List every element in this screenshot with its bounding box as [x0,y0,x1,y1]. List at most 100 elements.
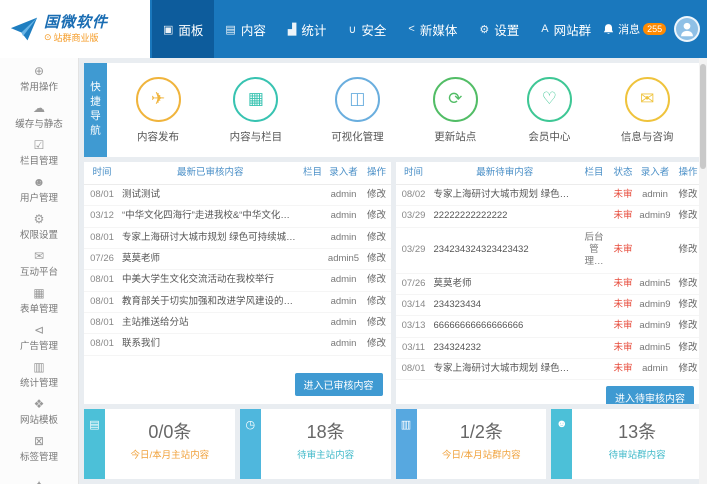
sidebar-item[interactable]: ▥ 统计管理 [0,356,78,393]
sidebar-item[interactable]: ▦ 表单管理 [0,282,78,319]
nav-item-icon: ⚙ [479,23,489,36]
row-edit-link[interactable]: 修改 [674,316,702,337]
quick-nav-circle-icon: ✉ [625,77,670,122]
row-column [301,334,325,355]
row-title-link[interactable]: 22222222222222 [432,206,579,227]
quick-nav-circle-icon: ✈ [136,77,181,122]
quick-nav-item[interactable]: ▦ 内容与栏目 [230,77,283,144]
row-column [301,291,325,312]
row-title-link[interactable]: 主站推送给分站 [120,312,301,333]
row-title-link[interactable]: 234324232 [432,337,579,358]
quick-nav-item[interactable]: ♡ 会员中心 [527,77,572,144]
enter-pending-button[interactable]: 进入待审核内容 [606,386,694,404]
quick-nav-item[interactable]: ◫ 可视化管理 [331,77,384,144]
row-column [578,184,610,205]
approved-row: 07/26 莫莫老师 admin5 修改 [84,248,391,269]
row-edit-link[interactable]: 修改 [363,206,391,227]
row-column [301,206,325,227]
row-title-link[interactable]: 66666666666666666 [432,316,579,337]
row-edit-link[interactable]: 修改 [363,248,391,269]
row-status: 未审 [610,337,636,358]
row-title-link[interactable]: 专家上海研讨大城市规划 绿色可持续城市仍为热点 [432,184,579,205]
sidebar-item[interactable]: ✉ 互动平台 [0,245,78,282]
sidebar-item[interactable]: ☑ 栏目管理 [0,134,78,171]
nav-item[interactable]: ▣ 面板 [152,0,214,58]
row-edit-link[interactable]: 修改 [674,294,702,315]
row-edit-link[interactable]: 修改 [674,227,702,273]
messages-button[interactable]: 消息 255 [602,21,666,37]
col-header-status: 状态 [610,162,636,184]
row-edit-link[interactable]: 修改 [674,206,702,227]
row-status: 未审 [610,206,636,227]
quick-nav-item[interactable]: ✈ 内容发布 [136,77,181,144]
nav-item[interactable]: A 网站群 [530,0,602,58]
row-author: admin9 [636,316,674,337]
stat-card-label: 待审主站内容 [297,447,354,461]
nav-item[interactable]: ∪ 安全 [337,0,397,58]
stat-card-label: 待审站群内容 [609,447,666,461]
row-title-link[interactable]: 莫莫老师 [120,248,301,269]
sidebar-item[interactable]: ⊲ 广告管理 [0,319,78,356]
sidebar-item[interactable]: ☻ 用户管理 [0,171,78,208]
row-edit-link[interactable]: 修改 [674,273,702,294]
row-title-link[interactable]: 中美大学生文化交流活动在我校举行 [120,270,301,291]
row-title-link[interactable]: 234234324323423432 [432,227,579,273]
user-avatar[interactable] [674,16,700,42]
row-title-link[interactable]: 联系我们 [120,334,301,355]
row-column [578,337,610,358]
approved-row: 08/01 专家上海研讨大城市规划 绿色可持续城市仍为热点 admin 修改 [84,227,391,248]
nav-item-icon: ▤ [225,23,235,36]
sidebar-item[interactable]: ⊕ 常用操作 [0,60,78,97]
row-column [301,184,325,205]
row-edit-link[interactable]: 修改 [363,270,391,291]
row-edit-link[interactable]: 修改 [363,291,391,312]
sidebar-item[interactable]: ❖ 网站模板 [0,393,78,430]
row-title-link[interactable]: 234323434 [432,294,579,315]
row-edit-link[interactable]: 修改 [363,334,391,355]
sidebar-item[interactable]: ⚙ 权限设置 [0,208,78,245]
row-status: 未审 [610,273,636,294]
nav-item[interactable]: ⚙ 设置 [468,0,530,58]
row-title-link[interactable]: 专家上海研讨大城市规划 绿色可持续城市仍为热点 [120,227,301,248]
row-edit-link[interactable]: 修改 [363,227,391,248]
stat-card[interactable]: ▤ 0/0条 今日/本月主站内容 [84,409,235,479]
nav-item-label: 面板 [178,20,203,39]
stat-card-strip: ◷ [240,409,261,479]
row-edit-link[interactable]: 修改 [674,358,702,379]
stat-card[interactable]: ▥ 1/2条 今日/本月站群内容 [396,409,547,479]
enter-approved-button[interactable]: 进入已审核内容 [295,373,383,396]
quick-nav-glyph: ♡ [542,89,557,109]
nav-item[interactable]: ▟ 统计 [277,0,337,58]
approved-row: 08/01 主站推送给分站 admin 修改 [84,312,391,333]
stat-card[interactable]: ◷ 18条 待审主站内容 [240,409,391,479]
pending-row: 08/02 专家上海研讨大城市规划 绿色可持续城市仍为热点 未审 admin 修… [396,184,703,205]
row-edit-link[interactable]: 修改 [363,184,391,205]
sidebar-item[interactable]: ✦ [0,467,78,484]
row-title-link[interactable]: 测试测试 [120,184,301,205]
row-title-link[interactable]: 教育部关于切实加强和改进学风建设的实施意见 [120,291,301,312]
row-title-link[interactable]: 莫莫老师 [432,273,579,294]
nav-item[interactable]: ▤ 内容 [214,0,276,58]
quick-nav-item[interactable]: ⟳ 更新站点 [433,77,478,144]
sidebar-item-icon: ⚙ [34,212,45,226]
pending-row: 08/01 专家上海研讨大城市规划 绿色可持续城市仍为热点 未审 admin 修… [396,358,703,379]
quick-nav-panel: 快捷导航 ✈ 内容发布 ▦ 内容与栏目 [84,63,702,157]
main-content: 快捷导航 ✈ 内容发布 ▦ 内容与栏目 [79,58,707,484]
nav-item-icon: ▟ [288,23,296,36]
row-column [301,248,325,269]
quick-nav-item[interactable]: ✉ 信息与咨询 [621,77,674,144]
stat-card[interactable]: ☻ 13条 待审站群内容 [551,409,702,479]
row-author: admin9 [636,206,674,227]
row-column [578,358,610,379]
row-title-link[interactable]: 专家上海研讨大城市规划 绿色可持续城市仍为热点 [432,358,579,379]
sidebar-item[interactable]: ☁ 缓存与静态 [0,97,78,134]
scrollbar-thumb[interactable] [700,64,706,169]
row-title-link[interactable]: “中华文化四海行”走进我校&“中华文化四海行”走进我校(图文) [120,206,301,227]
row-edit-link[interactable]: 修改 [674,184,702,205]
pending-row: 03/29 22222222222222 未审 admin9 修改 [396,206,703,227]
quick-nav-glyph: ▦ [248,89,264,109]
row-edit-link[interactable]: 修改 [674,337,702,358]
row-edit-link[interactable]: 修改 [363,312,391,333]
sidebar-item[interactable]: ⊠ 标签管理 [0,430,78,467]
nav-item[interactable]: < 新媒体 [397,0,468,58]
